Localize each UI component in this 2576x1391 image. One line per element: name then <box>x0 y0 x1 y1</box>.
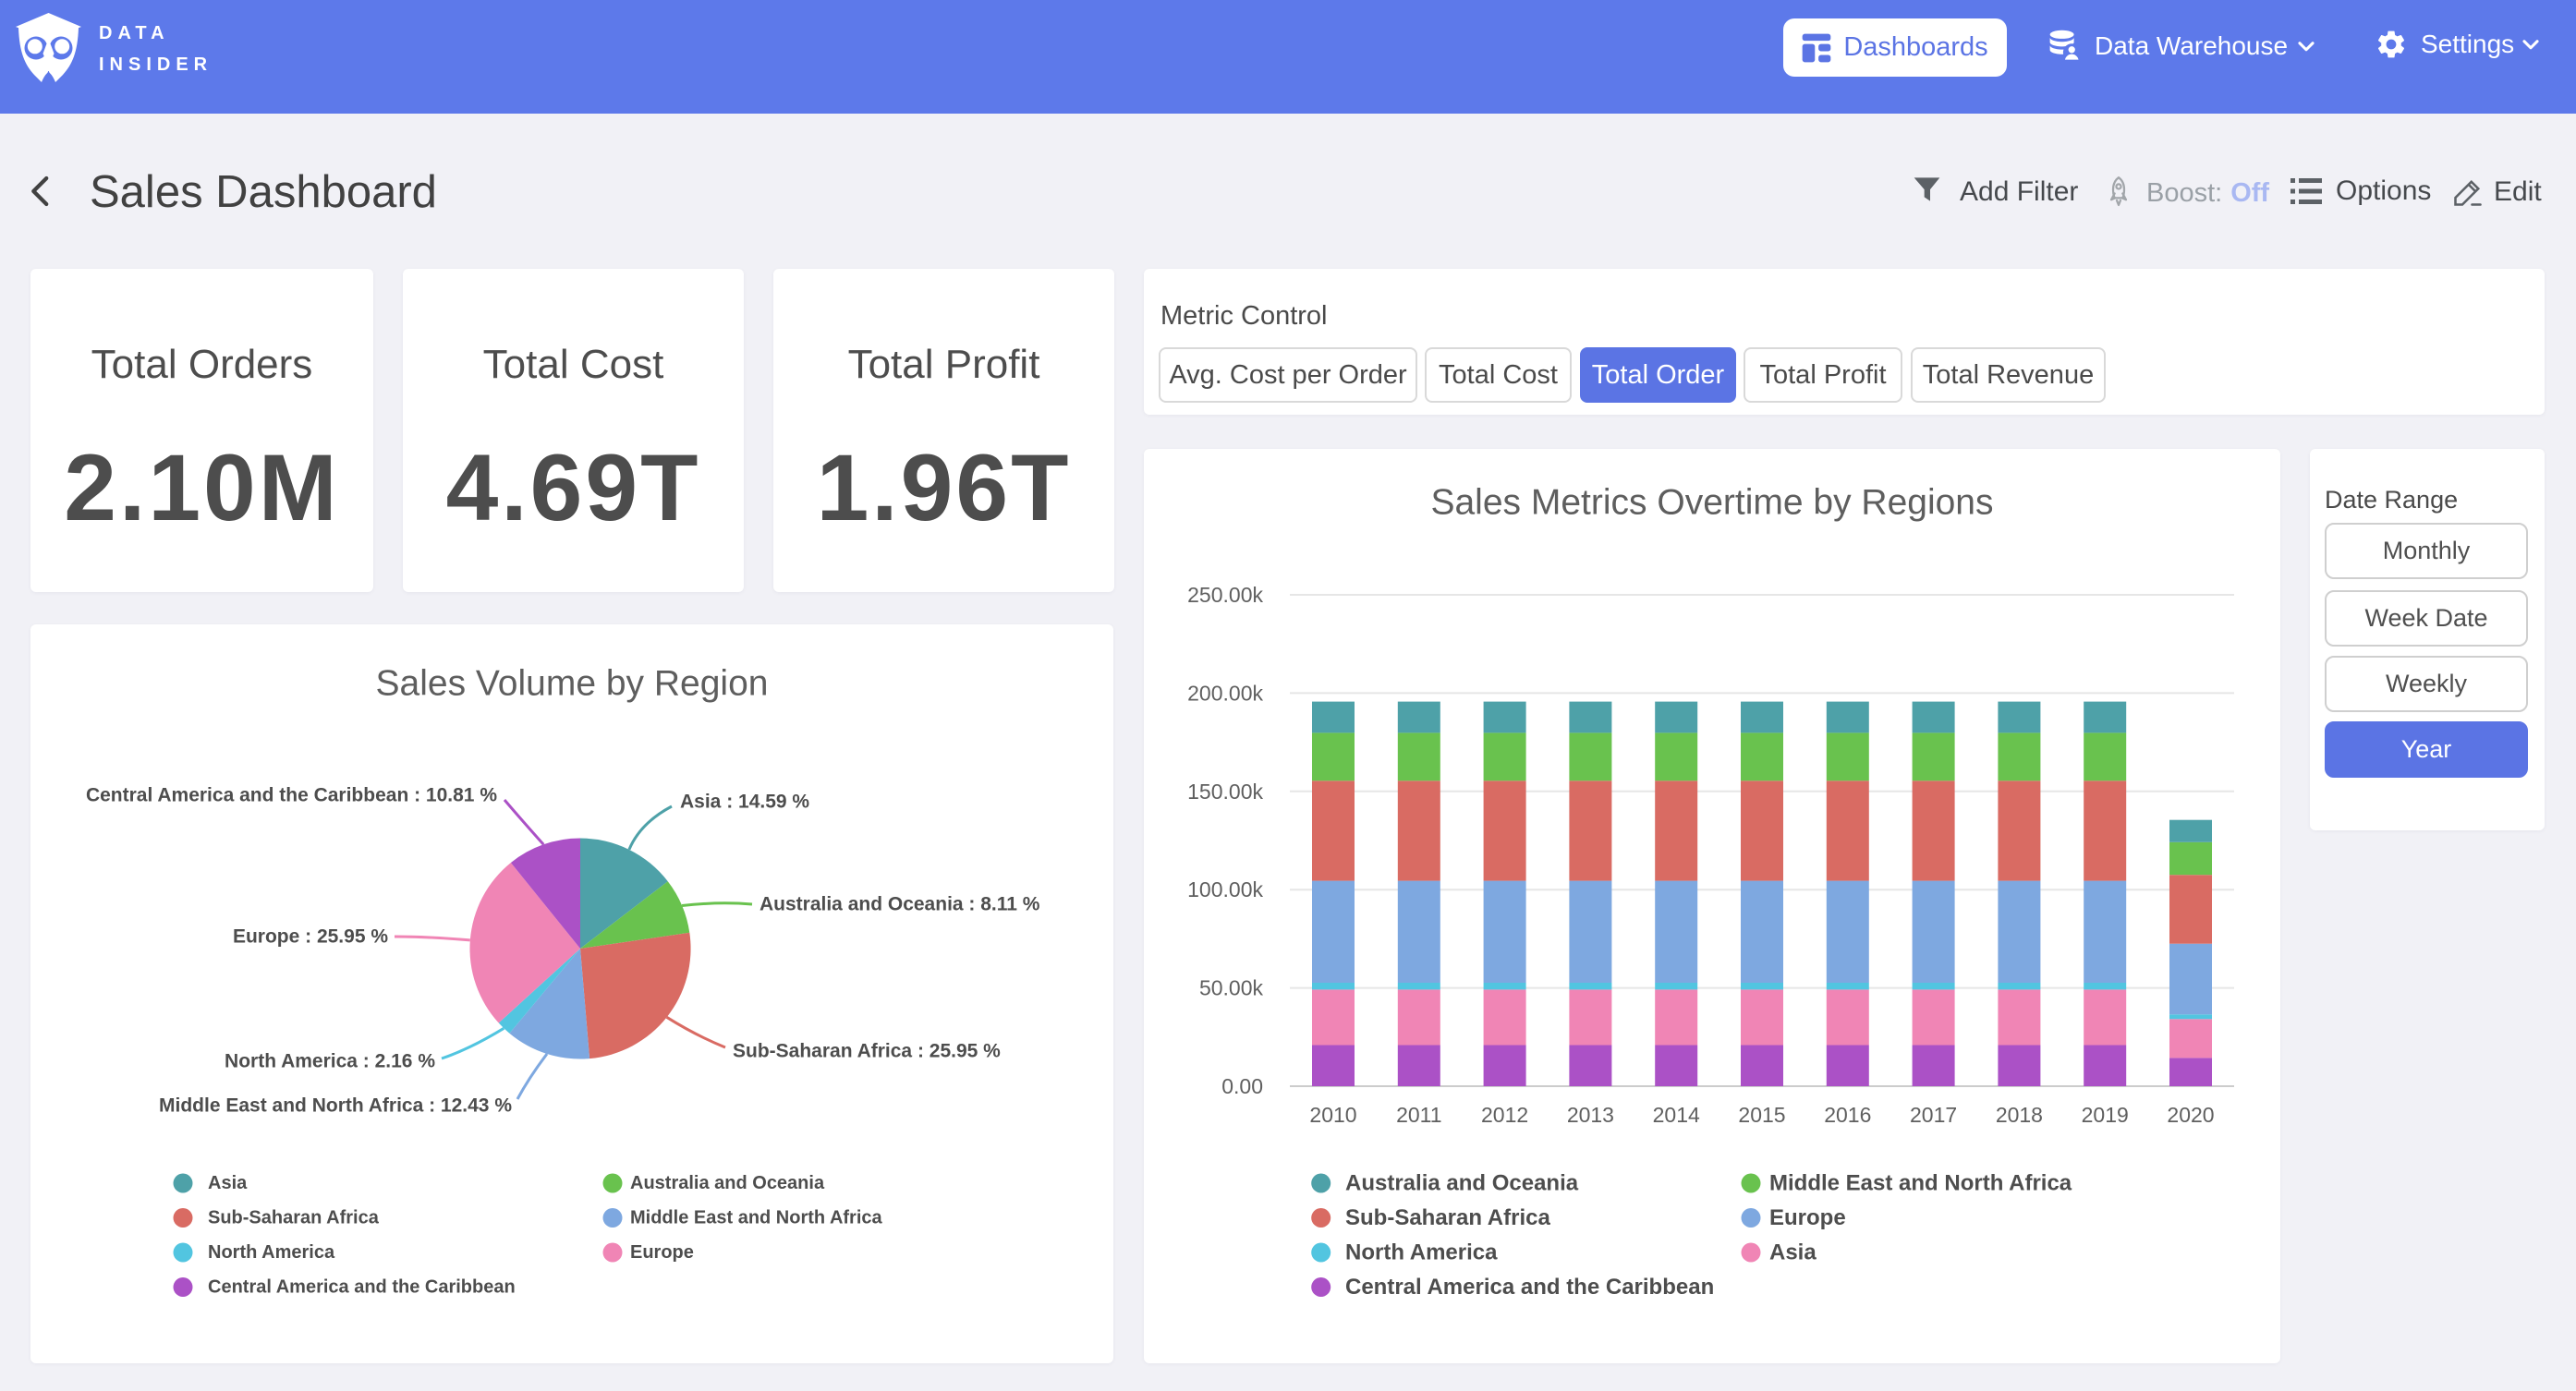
svg-text:2010: 2010 <box>1309 1103 1356 1127</box>
svg-text:2019: 2019 <box>2082 1103 2129 1127</box>
svg-text:Sales Volume by Region: Sales Volume by Region <box>376 664 769 704</box>
svg-text:Asia : 14.59 %: Asia : 14.59 % <box>680 792 809 813</box>
svg-text:100.00k: 100.00k <box>1187 877 1263 901</box>
svg-text:Europe : 25.95 %: Europe : 25.95 % <box>233 926 388 948</box>
svg-text:Australia and Oceania: Australia and Oceania <box>1345 1171 1579 1196</box>
svg-text:50.00k: 50.00k <box>1199 976 1264 1000</box>
svg-text:Sub-Saharan Africa: Sub-Saharan Africa <box>1345 1205 1550 1230</box>
svg-text:250.00k: 250.00k <box>1187 583 1263 607</box>
svg-text:Australia and Oceania: Australia and Oceania <box>630 1173 825 1193</box>
svg-text:Europe: Europe <box>630 1242 694 1263</box>
svg-text:Central America and the Caribb: Central America and the Caribbean : 10.8… <box>86 785 497 806</box>
svg-text:2020: 2020 <box>2167 1103 2214 1127</box>
svg-text:2013: 2013 <box>1567 1103 1614 1127</box>
svg-text:Middle East and North Africa: Middle East and North Africa <box>630 1208 883 1228</box>
svg-text:2015: 2015 <box>1738 1103 1785 1127</box>
svg-text:Europe: Europe <box>1769 1205 1846 1230</box>
svg-text:Middle East and North Africa :: Middle East and North Africa : 12.43 % <box>159 1095 512 1117</box>
svg-text:2012: 2012 <box>1481 1103 1528 1127</box>
svg-text:2016: 2016 <box>1824 1103 1871 1127</box>
svg-text:2017: 2017 <box>1910 1103 1957 1127</box>
svg-text:Asia: Asia <box>208 1173 248 1193</box>
svg-text:Sub-Saharan Africa: Sub-Saharan Africa <box>208 1208 380 1228</box>
svg-text:200.00k: 200.00k <box>1187 681 1263 705</box>
svg-text:2018: 2018 <box>1996 1103 2043 1127</box>
svg-text:North America: North America <box>1345 1240 1498 1265</box>
svg-text:Central America and the Caribb: Central America and the Caribbean <box>1345 1275 1714 1300</box>
svg-text:150.00k: 150.00k <box>1187 780 1263 804</box>
svg-text:0.00: 0.00 <box>1221 1074 1263 1098</box>
svg-text:2011: 2011 <box>1396 1103 1441 1127</box>
svg-text:Asia: Asia <box>1769 1240 1817 1265</box>
svg-text:Sub-Saharan Africa : 25.95 %: Sub-Saharan Africa : 25.95 % <box>733 1041 1001 1062</box>
svg-text:Middle East and North Africa: Middle East and North Africa <box>1769 1171 2072 1196</box>
svg-text:North America : 2.16 %: North America : 2.16 % <box>225 1051 435 1072</box>
svg-text:North America: North America <box>208 1242 335 1263</box>
svg-text:Australia and Oceania : 8.11 %: Australia and Oceania : 8.11 % <box>759 894 1040 915</box>
svg-text:Central America and the Caribb: Central America and the Caribbean <box>208 1277 516 1298</box>
svg-text:Sales Metrics Overtime by Regi: Sales Metrics Overtime by Regions <box>1430 483 1993 523</box>
svg-text:2014: 2014 <box>1653 1103 1700 1127</box>
